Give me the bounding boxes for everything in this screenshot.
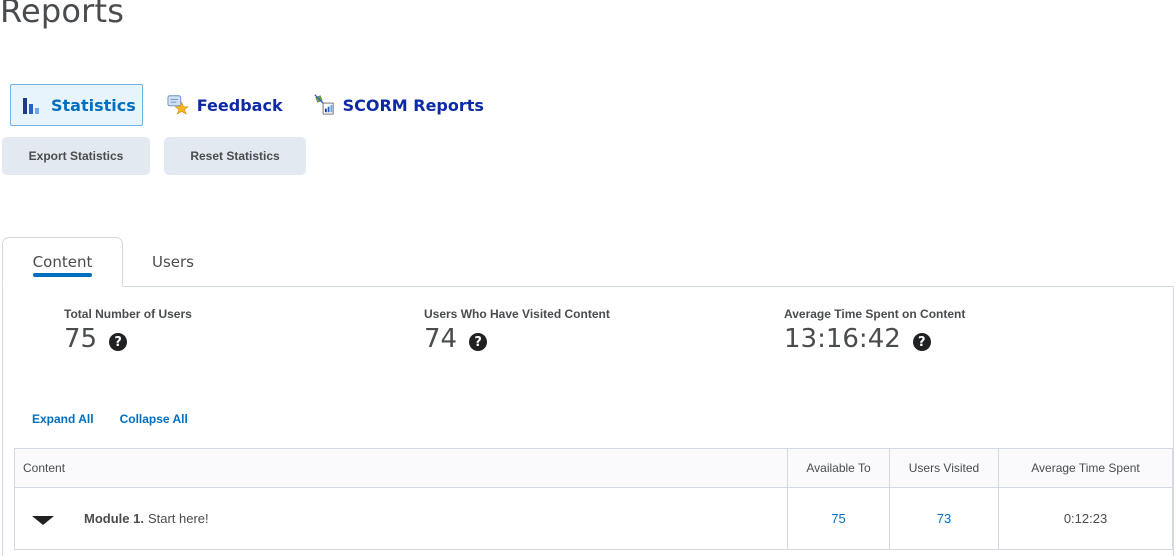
available-to-link[interactable]: 75 (831, 511, 845, 526)
export-statistics-button[interactable]: Export Statistics (2, 137, 150, 175)
table-row: Module 1. Start here! 75 73 0:12:23 (14, 487, 1173, 550)
tab-list: Content Users (2, 237, 223, 287)
col-users-visited: Users Visited (889, 448, 999, 488)
help-icon[interactable]: ? (109, 333, 128, 351)
stat-visited-users-value: 74 (424, 324, 458, 354)
nav-feedback-label: Feedback (196, 95, 283, 115)
module-title: Start here! (147, 511, 209, 526)
module-number: Module 1. (84, 511, 144, 526)
collapse-caret-icon[interactable] (32, 516, 54, 525)
content-stats-table: Content Available To Users Visited Avera… (14, 448, 1173, 550)
feedback-star-icon (167, 94, 189, 116)
nav-statistics[interactable]: Statistics (10, 84, 143, 126)
tab-content[interactable]: Content (2, 237, 123, 287)
nav-scorm-reports[interactable]: SCORM Reports (303, 84, 490, 126)
available-to-cell: 75 (787, 487, 890, 550)
stat-total-users-value: 75 (64, 324, 98, 354)
stat-average-time-label: Average Time Spent on Content (784, 307, 966, 321)
nav-statistics-label: Statistics (51, 95, 136, 115)
help-icon[interactable]: ? (912, 333, 931, 351)
reset-statistics-button[interactable]: Reset Statistics (164, 137, 306, 175)
report-nav: Statistics Feedback SCORM Reports (10, 83, 504, 127)
stat-average-time-value: 13:16:42 (784, 324, 901, 354)
users-visited-link[interactable]: 73 (937, 511, 951, 526)
users-visited-cell: 73 (889, 487, 999, 550)
expand-collapse-links: Expand All Collapse All (32, 412, 214, 426)
stat-total-users: Total Number of Users 75 ? (64, 307, 192, 354)
stat-visited-users-label: Users Who Have Visited Content (424, 307, 610, 321)
help-icon[interactable]: ? (469, 333, 488, 351)
col-available-to: Available To (787, 448, 890, 488)
col-content: Content (14, 448, 788, 488)
table-header-row: Content Available To Users Visited Avera… (14, 448, 1173, 488)
col-average-time: Average Time Spent (998, 448, 1173, 488)
nav-scorm-label: SCORM Reports (342, 95, 484, 115)
bar-chart-icon (21, 94, 43, 116)
stat-total-users-label: Total Number of Users (64, 307, 192, 321)
page-title: Reports (0, 0, 125, 30)
scorm-report-icon (313, 94, 335, 116)
nav-feedback[interactable]: Feedback (157, 84, 289, 126)
stat-visited-users: Users Who Have Visited Content 74 ? (424, 307, 610, 354)
action-buttons: Export Statistics Reset Statistics (2, 137, 320, 175)
expand-all-link[interactable]: Expand All (32, 412, 94, 426)
collapse-all-link[interactable]: Collapse All (120, 412, 188, 426)
content-panel: Total Number of Users 75 ? Users Who Hav… (2, 286, 1174, 556)
tab-users[interactable]: Users (123, 237, 223, 287)
stat-average-time: Average Time Spent on Content 13:16:42 ? (784, 307, 965, 354)
average-time-cell: 0:12:23 (998, 487, 1173, 550)
module-cell: Module 1. Start here! (14, 487, 788, 550)
